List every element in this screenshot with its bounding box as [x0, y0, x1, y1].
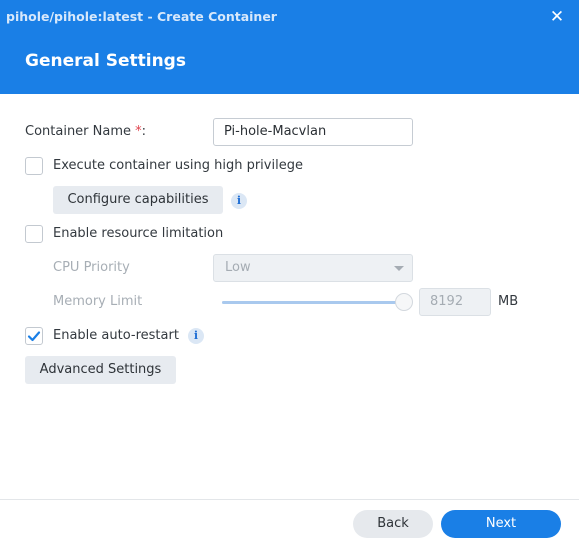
high-privilege-label[interactable]: Execute container using high privilege: [53, 158, 303, 173]
resource-limitation-checkbox[interactable]: [25, 225, 43, 243]
configure-capabilities-button[interactable]: Configure capabilities: [53, 186, 223, 214]
dialog-header: pihole/pihole:latest - Create Container …: [0, 0, 579, 94]
memory-limit-row: Memory Limit 8192 MB: [0, 288, 579, 316]
back-button[interactable]: Back: [353, 510, 433, 538]
memory-limit-unit: MB: [498, 294, 519, 309]
high-privilege-row: Execute container using high privilege: [0, 152, 579, 180]
section-title: General Settings: [25, 51, 186, 71]
close-icon[interactable]: ✕: [549, 8, 565, 26]
checkmark-icon: [27, 331, 41, 342]
chevron-down-icon: [394, 266, 404, 271]
resource-limitation-row: Enable resource limitation: [0, 220, 579, 248]
auto-restart-row: Enable auto-restart i: [0, 322, 579, 350]
memory-limit-slider-thumb[interactable]: [395, 293, 413, 311]
cpu-priority-label: CPU Priority: [53, 260, 130, 275]
resource-limitation-label[interactable]: Enable resource limitation: [53, 226, 223, 241]
cpu-priority-value: Low: [225, 260, 251, 275]
window-title: pihole/pihole:latest - Create Container: [6, 9, 277, 24]
cpu-priority-select[interactable]: Low: [213, 254, 413, 282]
footer-divider: [0, 499, 579, 500]
container-name-row: Container Name *: Pi-hole-Macvlan: [0, 118, 579, 146]
memory-limit-input[interactable]: 8192: [419, 288, 491, 316]
memory-limit-label: Memory Limit: [53, 294, 143, 309]
next-button[interactable]: Next: [441, 510, 561, 538]
memory-limit-slider-track[interactable]: [222, 301, 404, 304]
memory-limit-slider-fill: [222, 301, 404, 304]
high-privilege-checkbox[interactable]: [25, 157, 43, 175]
info-icon[interactable]: i: [231, 193, 247, 209]
advanced-settings-button[interactable]: Advanced Settings: [25, 356, 176, 384]
auto-restart-label[interactable]: Enable auto-restart: [53, 328, 179, 343]
cpu-priority-row: CPU Priority Low: [0, 254, 579, 282]
auto-restart-checkbox[interactable]: [25, 327, 43, 345]
container-name-input[interactable]: Pi-hole-Macvlan: [213, 118, 413, 146]
container-name-label: Container Name *:: [25, 124, 147, 139]
info-icon[interactable]: i: [188, 328, 204, 344]
